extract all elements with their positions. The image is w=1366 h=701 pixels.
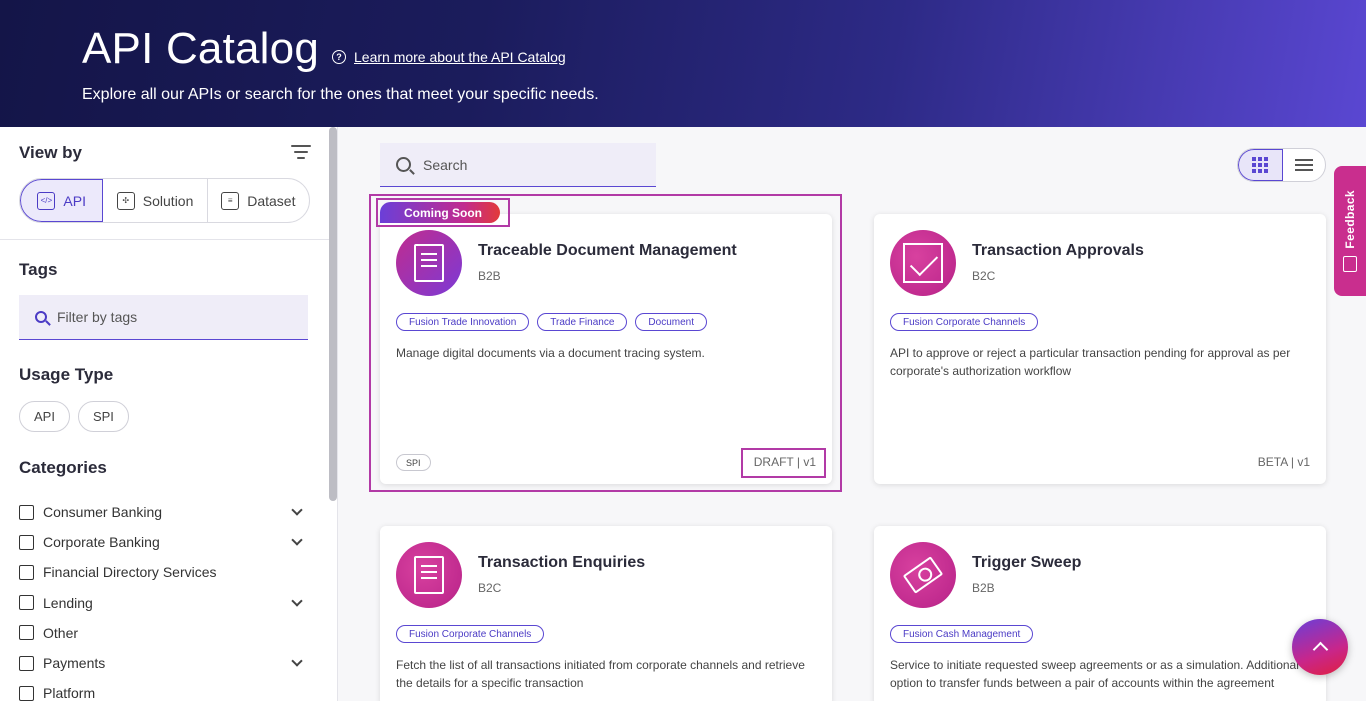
sidebar-scrollbar[interactable] [329, 127, 337, 501]
list-view-button[interactable] [1283, 149, 1326, 181]
api-card-transaction-approvals[interactable]: Transaction Approvals B2C Fusion Corpora… [874, 214, 1326, 484]
layout-toggle [1237, 148, 1326, 182]
document-icon-badge [396, 230, 462, 296]
checkbox[interactable] [19, 504, 34, 520]
report-icon [414, 556, 444, 594]
category-financial-directory-services[interactable]: Financial Directory Services [19, 557, 305, 587]
card-audience: B2C [972, 269, 996, 283]
checkbox[interactable] [19, 685, 34, 701]
document-icon [414, 244, 444, 282]
feedback-icon [1343, 256, 1357, 273]
card-title: Traceable Document Management [478, 242, 737, 259]
category-platform[interactable]: Platform [19, 678, 305, 701]
enquiry-icon-badge [396, 542, 462, 608]
view-option-api[interactable]: </> API [20, 179, 104, 222]
usage-badge: SPI [396, 454, 431, 471]
scroll-to-top-button[interactable] [1292, 619, 1348, 675]
puzzle-icon: ✣ [116, 191, 135, 210]
feedback-tab[interactable]: Feedback [1334, 166, 1366, 296]
tags-filter-placeholder: Filter by tags [57, 309, 138, 325]
page-subtitle: Explore all our APIs or search for the o… [82, 86, 599, 103]
card-tag[interactable]: Fusion Trade Innovation [396, 313, 530, 331]
card-tag[interactable]: Trade Finance [537, 313, 628, 331]
view-by-title: View by [19, 143, 82, 162]
search-placeholder: Search [423, 156, 468, 173]
card-tag[interactable]: Document [635, 313, 707, 331]
category-lending[interactable]: Lending [19, 588, 305, 618]
card-description: Service to initiate requested sweep agre… [890, 658, 1299, 690]
usage-chip-api[interactable]: API [19, 401, 70, 432]
card-description: API to approve or reject a particular tr… [890, 346, 1291, 378]
api-card-trigger-sweep[interactable]: Trigger Sweep B2B Fusion Cash Management… [874, 526, 1326, 701]
chevron-down-icon[interactable] [291, 655, 303, 667]
usage-chip-spi[interactable]: SPI [77, 401, 129, 432]
chevron-up-icon [1312, 641, 1328, 658]
chevron-down-icon[interactable] [291, 534, 303, 546]
feedback-label: Feedback [1343, 189, 1357, 249]
api-card-transaction-enquiries[interactable]: Transaction Enquiries B2C Fusion Corpora… [380, 526, 832, 701]
card-tag[interactable]: Fusion Cash Management [890, 625, 1034, 643]
view-option-dataset[interactable]: ≡ Dataset [208, 179, 309, 222]
checkmark-icon [903, 243, 943, 283]
approval-icon-badge [890, 230, 956, 296]
sidebar-divider [0, 239, 329, 240]
card-tag[interactable]: Fusion Corporate Channels [890, 313, 1039, 331]
card-tags: Fusion Trade Innovation Trade Finance Do… [396, 313, 707, 331]
checkbox[interactable] [19, 564, 34, 580]
grid-icon [1252, 157, 1269, 173]
card-audience: B2B [478, 269, 501, 283]
card-audience: B2C [478, 581, 502, 595]
card-tags: Fusion Corporate Channels [890, 313, 1039, 331]
usage-type-title: Usage Type [19, 365, 114, 384]
card-tag[interactable]: Fusion Corporate Channels [396, 625, 545, 643]
view-by-toggle: </> API ✣ Solution ≡ Dataset [19, 178, 310, 223]
filter-sidebar: View by </> API ✣ Solution ≡ Dataset Tag… [0, 127, 338, 701]
card-audience: B2B [972, 581, 995, 595]
money-icon [902, 556, 944, 594]
checkbox[interactable] [19, 655, 34, 671]
card-title: Trigger Sweep [972, 554, 1082, 571]
category-payments[interactable]: Payments [19, 648, 305, 678]
categories-title: Categories [19, 458, 107, 477]
card-title: Transaction Enquiries [478, 554, 646, 571]
category-other[interactable]: Other [19, 618, 305, 648]
checkbox[interactable] [19, 534, 34, 550]
list-icon [1294, 156, 1313, 174]
sweep-icon-badge [890, 542, 956, 608]
checkbox[interactable] [19, 625, 34, 641]
card-description: Fetch the list of all transactions initi… [396, 658, 805, 690]
usage-type-chips: API SPI [19, 401, 129, 432]
search-icon [396, 157, 411, 172]
view-option-solution[interactable]: ✣ Solution [103, 179, 208, 222]
category-consumer-banking[interactable]: Consumer Banking [19, 497, 305, 527]
card-status: DRAFT | v1 [753, 455, 816, 469]
checkbox[interactable] [19, 595, 34, 611]
card-tags: Fusion Cash Management [890, 625, 1034, 643]
grid-view-button[interactable] [1238, 149, 1283, 181]
database-icon: ≡ [221, 191, 240, 210]
card-description: Manage digital documents via a document … [396, 346, 705, 360]
learn-more-link[interactable]: Learn more about the API Catalog [354, 49, 566, 65]
help-icon: ? [332, 50, 346, 64]
code-icon: </> [37, 191, 56, 210]
card-status: BETA | v1 [1257, 455, 1310, 469]
card-tags: Fusion Corporate Channels [396, 625, 545, 643]
categories-list: Consumer Banking Corporate Banking Finan… [19, 497, 305, 701]
filter-icon[interactable] [291, 145, 311, 159]
chevron-down-icon[interactable] [291, 594, 303, 607]
learn-more-link-group[interactable]: ? Learn more about the API Catalog [332, 49, 566, 65]
card-title: Transaction Approvals [972, 242, 1144, 259]
api-card-traceable-document-management[interactable]: Traceable Document Management B2B Fusion… [380, 214, 832, 484]
catalog-search-input[interactable]: Search [380, 143, 656, 187]
tags-title: Tags [19, 260, 58, 279]
coming-soon-ribbon: Coming Soon [380, 202, 500, 223]
tags-filter-input[interactable]: Filter by tags [19, 295, 308, 340]
search-icon [35, 311, 47, 323]
category-corporate-banking[interactable]: Corporate Banking [19, 527, 305, 557]
page-header: API Catalog ? Learn more about the API C… [0, 0, 1366, 127]
page-title: API Catalog [82, 24, 320, 73]
chevron-down-icon[interactable] [291, 504, 303, 516]
